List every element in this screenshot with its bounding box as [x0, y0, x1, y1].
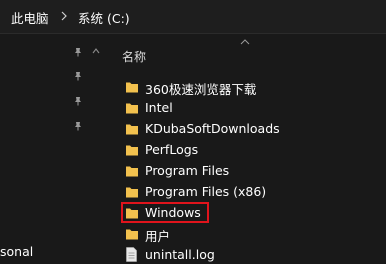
chevron-right-icon[interactable]	[60, 9, 68, 23]
pin-icon[interactable]	[73, 47, 83, 57]
list-item-label: Program Files	[145, 163, 230, 178]
list-item-label: unintall.log	[145, 247, 215, 262]
folder-icon	[126, 208, 138, 219]
list-item[interactable]: PerfLogs	[120, 140, 370, 160]
nav-item-personal[interactable]: sonal	[0, 244, 33, 259]
pin-icon[interactable]	[73, 121, 83, 131]
breadcrumb-system-drive[interactable]: 系统 (C:)	[78, 8, 130, 27]
list-item-label: Windows	[145, 205, 201, 220]
file-icon	[126, 247, 137, 262]
list-item-windows[interactable]: Windows	[120, 203, 370, 223]
list-item[interactable]: Program Files	[120, 161, 370, 181]
folder-icon	[126, 103, 138, 114]
list-item[interactable]: Program Files (x86)	[120, 182, 370, 202]
folder-icon	[126, 124, 138, 135]
list-item-label: 用户	[145, 229, 171, 244]
list-item[interactable]: KDubaSoftDownloads	[120, 119, 370, 139]
pin-icon[interactable]	[73, 71, 83, 81]
folder-icon	[126, 166, 138, 177]
breadcrumb-this-pc[interactable]: 此电脑	[11, 8, 49, 27]
list-item[interactable]: 用户	[120, 224, 370, 244]
list-item[interactable]: Intel	[120, 98, 370, 118]
file-explorer-window: 此电脑 系统 (C:) sonal 名称 360极速浏览器下载 Intel KD…	[0, 0, 386, 264]
list-item-label: Intel	[145, 100, 173, 115]
list-item-label: KDubaSoftDownloads	[145, 121, 280, 136]
pin-icon[interactable]	[73, 96, 83, 106]
chevron-up-icon[interactable]	[92, 47, 100, 55]
folder-icon	[126, 82, 138, 93]
list-item-label: PerfLogs	[145, 142, 199, 157]
folder-icon	[126, 187, 138, 198]
list-item[interactable]: 360极速浏览器下载	[120, 77, 370, 97]
list-item-label: Program Files (x86)	[145, 184, 267, 199]
navigation-pane	[0, 35, 106, 264]
sort-ascending-icon	[240, 39, 250, 45]
column-header-name[interactable]: 名称	[122, 48, 146, 65]
list-item[interactable]: unintall.log	[120, 245, 370, 264]
address-bar[interactable]: 此电脑 系统 (C:)	[0, 0, 386, 34]
folder-icon	[126, 229, 138, 240]
list-item-label: 360极速浏览器下载	[145, 82, 257, 97]
folder-icon	[126, 145, 138, 156]
